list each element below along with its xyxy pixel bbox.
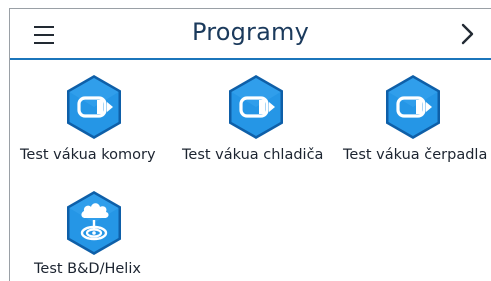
program-label: Test B&D/Helix — [34, 261, 141, 277]
program-label: Test vákua komory — [20, 147, 156, 163]
next-page-button[interactable] — [458, 22, 478, 46]
vacuum-test-icon — [386, 75, 440, 139]
bd-helix-test-icon — [67, 191, 121, 255]
vacuum-test-icon — [67, 75, 121, 139]
program-item-cooler-vacuum-test[interactable]: Test vákua chladiča — [182, 73, 342, 173]
page-title: Programy — [191, 18, 310, 46]
program-label: Test vákua čerpadla — [343, 147, 488, 163]
program-item-chamber-vacuum-test[interactable]: Test vákua komory — [20, 73, 180, 173]
program-screen: Programy Test vákua komory Test vákua ch… — [9, 8, 491, 281]
chevron-right-icon — [461, 23, 474, 45]
header-bar: Programy — [10, 9, 491, 60]
program-label: Test vákua chladiča — [182, 147, 324, 163]
vacuum-test-icon — [229, 75, 283, 139]
program-item-pump-vacuum-test[interactable]: Test vákua čerpadla — [343, 73, 491, 173]
program-item-bd-helix-test[interactable]: Test B&D/Helix — [20, 189, 180, 281]
